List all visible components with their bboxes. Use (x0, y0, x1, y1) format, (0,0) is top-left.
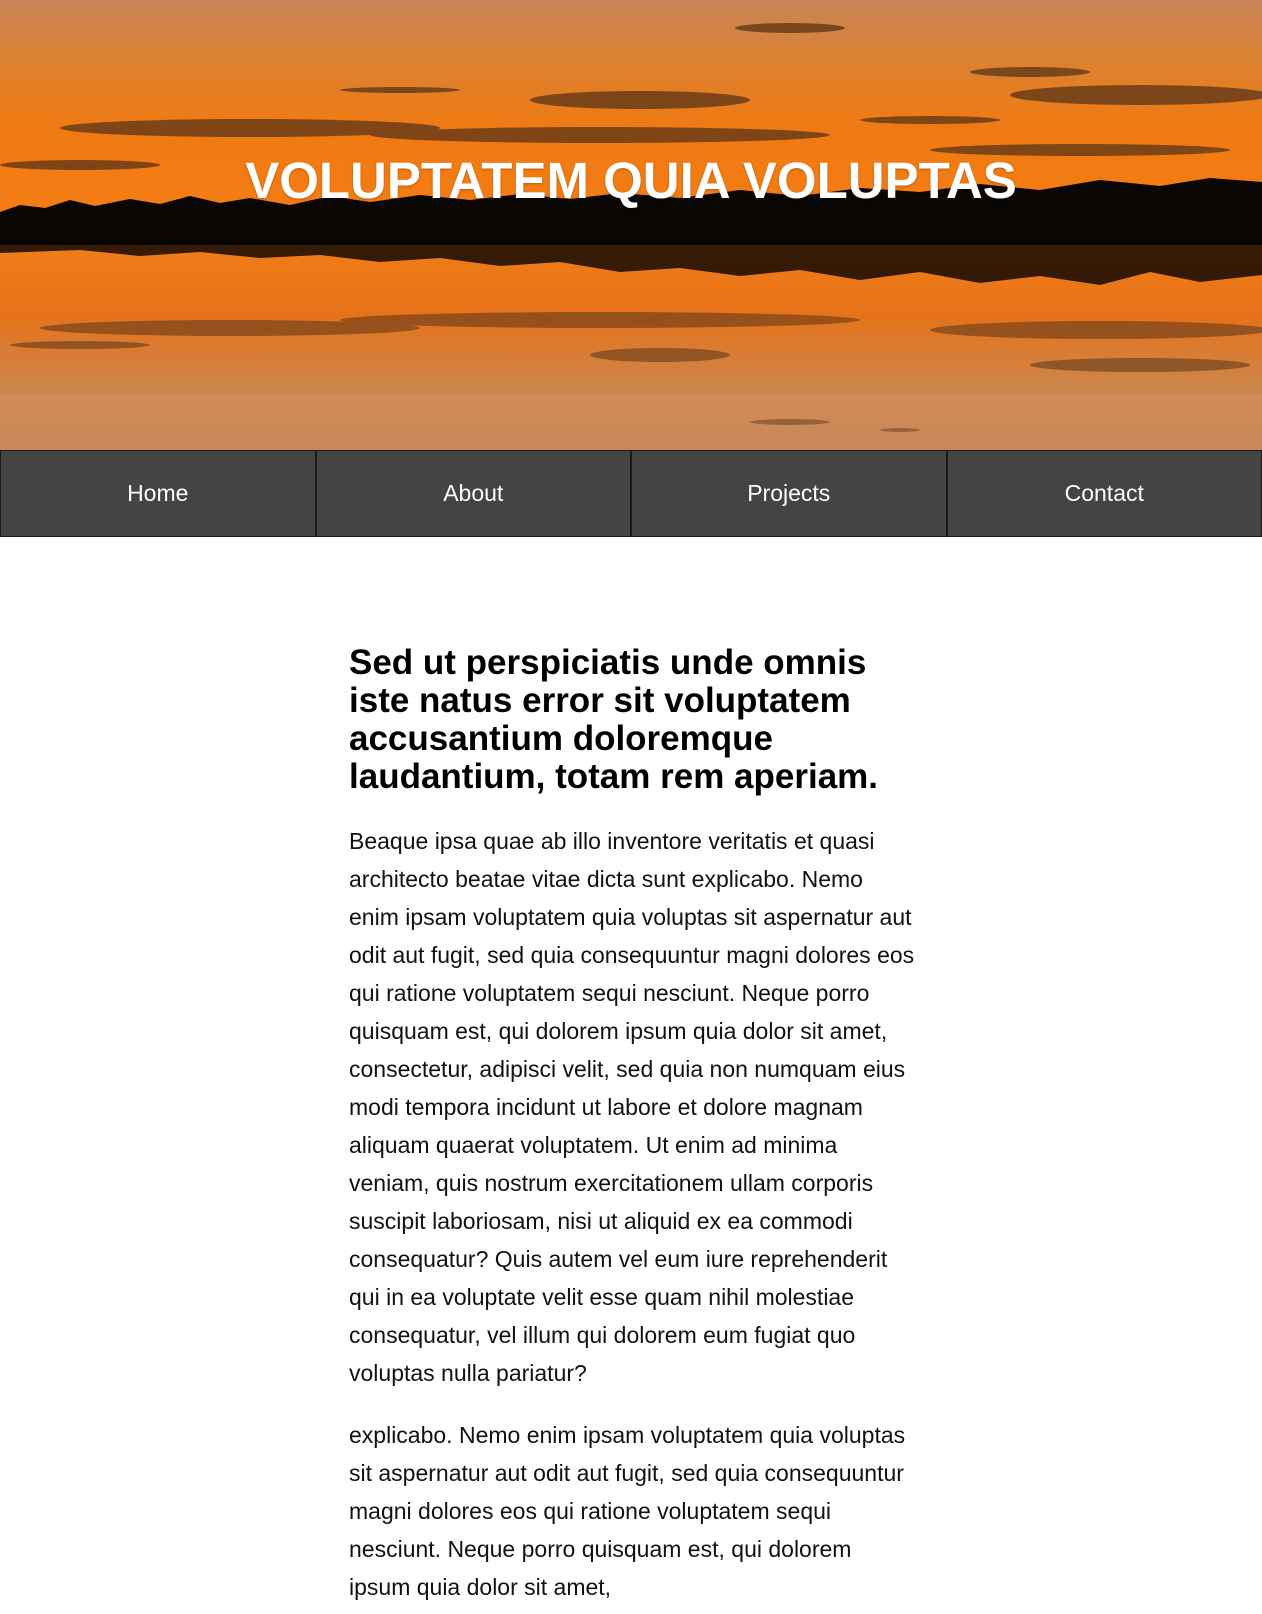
site-title: VOLUPTATEM QUIA VOLUPTAS (245, 152, 1017, 209)
article-paragraph: explicabo. Nemo enim ipsam voluptatem qu… (349, 1422, 906, 1600)
nav-contact-link[interactable]: Contact (946, 450, 1262, 537)
article-content: Sed ut perspiciatis unde omnis iste natu… (343, 537, 919, 1606)
sunset-lake-image (0, 0, 1262, 450)
nav-about-link[interactable]: About (315, 450, 631, 537)
nav-projects-link[interactable]: Projects (631, 450, 947, 537)
hero-banner: VOLUPTATEM QUIA VOLUPTAS (0, 0, 1262, 450)
nav-home-link[interactable]: Home (0, 450, 316, 537)
main-navigation: Home About Projects Contact (0, 450, 1262, 537)
article-paragraph: Beaque ipsa quae ab illo inventore verit… (349, 828, 915, 1386)
article-heading: Sed ut perspiciatis unde omnis iste natu… (349, 643, 879, 796)
